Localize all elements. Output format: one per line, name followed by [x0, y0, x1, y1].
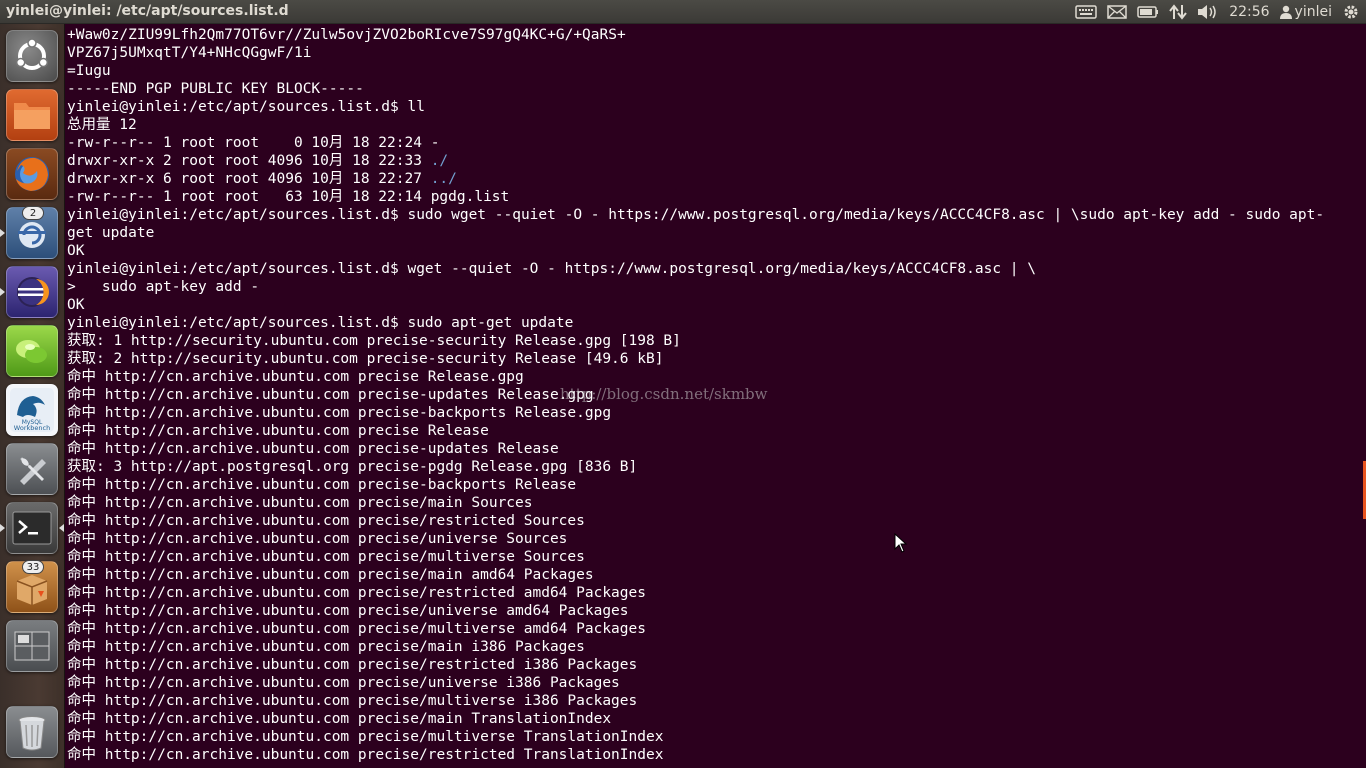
ubuntu-logo-icon	[15, 38, 49, 70]
trash-icon	[18, 716, 46, 751]
window-title: yinlei@yinlei: /etc/apt/sources.list.d	[6, 3, 289, 19]
terminal-line: get update	[67, 225, 155, 241]
terminal-line: OK	[67, 243, 85, 259]
keyboard-icon[interactable]	[1075, 5, 1097, 19]
user-menu[interactable]: yinlei	[1279, 4, 1332, 20]
update-badge: 33	[22, 560, 44, 574]
terminal-line: VPZ67j5UMxqtT/Y4+NHcQGgwF/1i	[67, 45, 312, 61]
svg-text:Workbench: Workbench	[14, 424, 50, 432]
terminal-line: -----END PGP PUBLIC KEY BLOCK-----	[67, 81, 364, 97]
terminal-line: -rw-r--r-- 1 root root 0 10月 18 22:24 -	[67, 135, 440, 151]
terminal-line: 命中 http://cn.archive.ubuntu.com precise/…	[67, 621, 646, 637]
terminal-line: 命中 http://cn.archive.ubuntu.com precise/…	[67, 495, 533, 511]
terminal-line: 命中 http://cn.archive.ubuntu.com precise/…	[67, 639, 585, 655]
launcher-terminal[interactable]	[6, 502, 58, 554]
volume-icon[interactable]	[1197, 4, 1219, 20]
launcher-trash[interactable]	[6, 706, 58, 758]
terminal-line: drwxr-xr-x 2 root root 4096 10月 18 22:33…	[67, 153, 449, 169]
launcher-firefox[interactable]	[6, 148, 58, 200]
terminal-line: > sudo apt-key add -	[67, 279, 260, 295]
terminal-line: 命中 http://cn.archive.ubuntu.com precise-…	[67, 405, 612, 421]
terminal-line: 命中 http://cn.archive.ubuntu.com precise/…	[67, 549, 585, 565]
terminal-line: 获取: 2 http://security.ubuntu.com precise…	[67, 351, 664, 367]
terminal-line: 总用量 12	[67, 117, 137, 133]
terminal-line: yinlei@yinlei:/etc/apt/sources.list.d$ s…	[67, 315, 574, 331]
battery-icon[interactable]	[1137, 5, 1159, 19]
terminal-line: +Waw0z/ZIU99Lfh2Qm77OT6vr//Zulw5ovjZVO2b…	[67, 27, 626, 43]
watermark: http://blog.csdn.net/skmbw	[560, 385, 768, 403]
terminal-line: 命中 http://cn.archive.ubuntu.com precise/…	[67, 603, 629, 619]
terminal-line: yinlei@yinlei:/etc/apt/sources.list.d$ s…	[67, 207, 1325, 223]
launcher-workspace-switcher[interactable]	[6, 620, 58, 672]
terminal-line: yinlei@yinlei:/etc/apt/sources.list.d$ l…	[67, 99, 425, 115]
launcher-system-settings[interactable]	[6, 443, 58, 495]
terminal-line: 命中 http://cn.archive.ubuntu.com precise/…	[67, 531, 568, 547]
launcher-mysql-workbench[interactable]: MySQL Workbench	[6, 384, 58, 436]
mysql-workbench-icon: MySQL Workbench	[10, 388, 54, 432]
gear-power-icon[interactable]	[1342, 3, 1360, 21]
eclipse-icon	[17, 277, 49, 307]
user-name: yinlei	[1294, 4, 1332, 20]
indicator-area: 22:56 yinlei	[1075, 0, 1360, 24]
directory-name: ./	[430, 153, 449, 169]
terminal-line: 命中 http://cn.archive.ubuntu.com precise-…	[67, 441, 559, 457]
update-badge: 2	[22, 206, 44, 220]
terminal-line: 获取: 1 http://security.ubuntu.com precise…	[67, 333, 681, 349]
terminal-line: 命中 http://cn.archive.ubuntu.com precise/…	[67, 567, 594, 583]
terminal-line: 命中 http://cn.archive.ubuntu.com precise-…	[67, 477, 577, 493]
terminal-line: =Iugu	[67, 63, 111, 79]
folder-icon	[14, 103, 50, 129]
mouse-cursor-icon	[894, 533, 908, 553]
green-leaf-icon	[16, 340, 47, 363]
terminal-line: 命中 http://cn.archive.ubuntu.com precise …	[67, 369, 524, 385]
focused-indicator	[59, 524, 64, 532]
terminal-line: drwxr-xr-x 6 root root 4096 10月 18 22:27…	[67, 171, 457, 187]
mail-icon[interactable]	[1107, 5, 1127, 19]
terminal-line: 命中 http://cn.archive.ubuntu.com precise/…	[67, 585, 646, 601]
launcher-software-updater[interactable]: 33	[6, 560, 58, 613]
directory-name: ../	[430, 171, 457, 187]
terminal-line: 命中 http://cn.archive.ubuntu.com precise/…	[67, 747, 664, 763]
launcher-eclipse[interactable]	[6, 266, 58, 318]
terminal-line: 命中 http://cn.archive.ubuntu.com precise …	[67, 423, 489, 439]
terminal-line: 命中 http://cn.archive.ubuntu.com precise/…	[67, 675, 620, 691]
settings-tools-icon	[20, 457, 46, 485]
launcher-green-app[interactable]	[6, 325, 58, 377]
terminal-line: 命中 http://cn.archive.ubuntu.com precise/…	[67, 657, 638, 673]
user-icon	[1279, 5, 1292, 19]
launcher-dash-home[interactable]	[6, 30, 58, 82]
terminal-line: 获取: 3 http://apt.postgresql.org precise-…	[67, 459, 638, 475]
top-panel: yinlei@yinlei: /etc/apt/sources.list.d 2…	[0, 0, 1366, 24]
launcher-update-manager[interactable]: 2	[6, 206, 58, 259]
workspace-icon	[14, 631, 50, 661]
launcher: 2 MySQL Workbench 33	[0, 24, 65, 768]
running-indicator	[0, 288, 5, 296]
launcher-files[interactable]	[6, 89, 58, 141]
terminal-line: 命中 http://cn.archive.ubuntu.com precise/…	[67, 513, 585, 529]
network-icon[interactable]	[1169, 4, 1187, 20]
terminal-line: 命中 http://cn.archive.ubuntu.com precise/…	[67, 711, 612, 727]
clock[interactable]: 22:56	[1229, 4, 1269, 20]
terminal-line: 命中 http://cn.archive.ubuntu.com precise/…	[67, 729, 664, 745]
running-indicator	[0, 524, 5, 532]
terminal-line: OK	[67, 297, 85, 313]
running-indicator	[0, 229, 5, 237]
terminal-icon	[12, 511, 52, 545]
terminal-line: -rw-r--r-- 1 root root 63 10月 18 22:14 p…	[67, 189, 510, 205]
firefox-icon	[15, 157, 49, 191]
terminal-line: 命中 http://cn.archive.ubuntu.com precise/…	[67, 693, 638, 709]
terminal-line: yinlei@yinlei:/etc/apt/sources.list.d$ w…	[67, 261, 1037, 277]
